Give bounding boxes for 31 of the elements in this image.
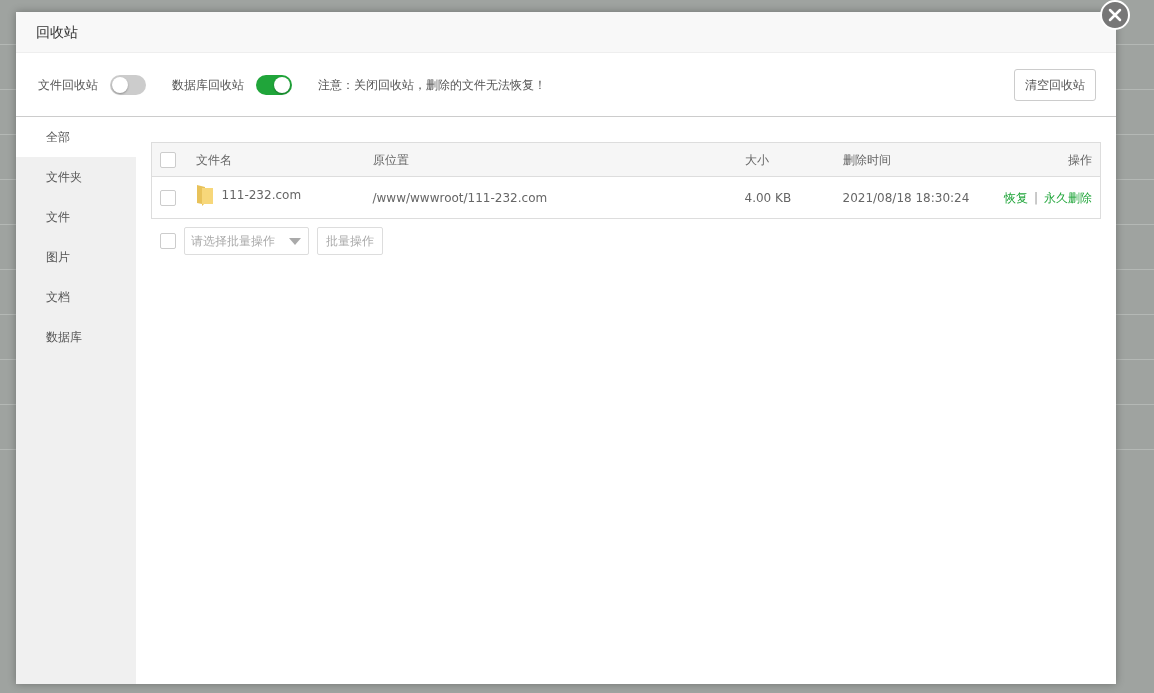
dialog-title: 回收站 (36, 22, 78, 42)
checkbox[interactable] (160, 152, 176, 168)
clear-recycle-bin-button[interactable]: 清空回收站 (1014, 68, 1096, 101)
separator: | (1033, 190, 1038, 205)
sidebar-item[interactable]: 文档 (16, 277, 136, 317)
column-header: 删除时间 (842, 152, 891, 167)
sidebar-item[interactable]: 文件夹 (16, 157, 136, 197)
switch-label: 文件回收站 (38, 76, 98, 94)
column-header: 原位置 (372, 152, 409, 167)
toggle-switch[interactable] (256, 74, 292, 95)
sidebar-item[interactable]: 文件 (16, 197, 136, 237)
column-header: 文件名 (195, 152, 232, 167)
close-icon (1108, 8, 1122, 22)
file-location: /www/wwwroot/111-232.com (372, 190, 548, 205)
folder-icon (195, 183, 214, 207)
file-size: 4.00 KB (744, 190, 792, 205)
switch-label: 数据库回收站 (172, 76, 244, 94)
batch-action-select[interactable]: 请选择批量操作 (184, 227, 309, 255)
checkbox[interactable] (160, 233, 176, 249)
notice-text: 注意：关闭回收站，删除的文件无法恢复！ (318, 76, 546, 94)
toggle-switch[interactable] (110, 74, 146, 95)
checkbox[interactable] (160, 190, 176, 206)
caret-icon (289, 238, 301, 245)
close-button[interactable] (1100, 0, 1130, 30)
deleted-time: 2021/08/18 18:30:24 (842, 190, 970, 205)
column-header: 操作 (1068, 152, 1092, 167)
sidebar-item[interactable]: 全部 (16, 117, 136, 157)
column-header: 大小 (744, 152, 769, 167)
sidebar-item[interactable]: 数据库 (16, 317, 136, 357)
file-name: 111-232.com (221, 187, 302, 204)
sidebar-item[interactable]: 图片 (16, 237, 136, 277)
